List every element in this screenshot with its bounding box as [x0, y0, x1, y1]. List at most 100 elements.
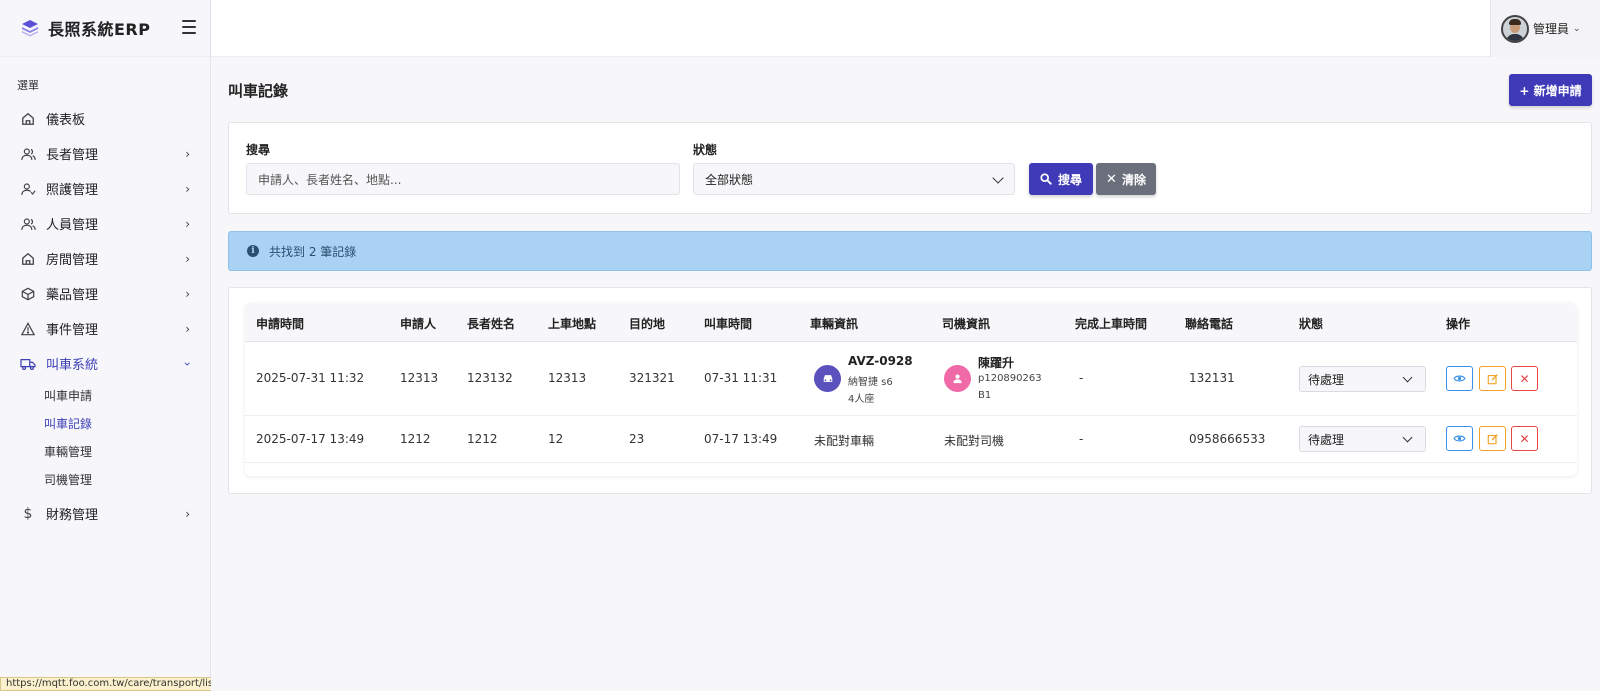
- column-header: 目的地: [629, 317, 666, 331]
- phone: 0958666533: [1189, 432, 1266, 446]
- row-status-value: 待處理: [1308, 432, 1345, 447]
- chevron-right-icon: ›: [185, 506, 190, 521]
- result-alert: i 共找到 2 筆記錄: [228, 231, 1592, 271]
- pickup-location: 12: [548, 432, 564, 446]
- new-request-button[interactable]: + 新增申請: [1509, 74, 1592, 106]
- sidebar-item-care[interactable]: 照護管理 ›: [0, 171, 210, 206]
- chevron-right-icon: ›: [185, 251, 190, 266]
- sidebar-item-events[interactable]: 事件管理 ›: [0, 311, 210, 346]
- edit-icon: [1487, 433, 1498, 444]
- search-input[interactable]: 申請人、長者姓名、地點...: [246, 163, 680, 195]
- sidebar-item-label: 事件管理: [46, 323, 99, 338]
- topbar: 管理員 ⌄: [211, 0, 1600, 57]
- sidebar-item-label: 人員管理: [46, 218, 99, 233]
- sidebar-subitem-records[interactable]: 叫車記錄: [44, 409, 210, 437]
- chevron-right-icon: ›: [185, 321, 190, 336]
- chevron-down-icon: ⌄: [1573, 23, 1581, 34]
- row-status-select[interactable]: 待處理: [1299, 426, 1426, 452]
- edit-button[interactable]: [1479, 426, 1506, 451]
- row-status-select[interactable]: 待處理: [1299, 366, 1426, 392]
- driver-name: 陳躍升: [978, 356, 1015, 370]
- applicant: 12313: [400, 371, 439, 385]
- sidebar-item-label: 叫車系統: [46, 358, 99, 373]
- status-select[interactable]: 全部狀態: [693, 163, 1015, 195]
- pickup-location: 12313: [548, 371, 587, 385]
- delete-button[interactable]: ✕: [1511, 426, 1538, 451]
- sidebar-item-label: 房間管理: [46, 253, 99, 268]
- sidebar-item-label: 照護管理: [46, 183, 99, 198]
- sidebar-item-elders[interactable]: 長者管理 ›: [0, 136, 210, 171]
- sidebar-item-finance[interactable]: $ 財務管理 ›: [0, 496, 210, 531]
- column-header: 操作: [1446, 317, 1471, 331]
- call-time: 07-31 11:31: [704, 371, 778, 385]
- clear-button-label: 清除: [1121, 172, 1146, 187]
- delete-button[interactable]: ✕: [1511, 366, 1538, 391]
- done-time: -: [1079, 432, 1084, 446]
- table-row: 2025-07-17 13:49 1212 1212 12 23 07-17 1…: [245, 416, 1577, 463]
- box-icon: [20, 286, 36, 302]
- column-header: 車輛資訊: [810, 317, 859, 331]
- brand-name: 長照系統ERP: [48, 20, 151, 39]
- sidebar-item-label: 儀表板: [46, 113, 86, 128]
- users-icon: [20, 146, 36, 162]
- search-button[interactable]: 搜尋: [1029, 163, 1093, 195]
- sidebar-item-rooms[interactable]: 房間管理 ›: [0, 241, 210, 276]
- vehicle-unassigned: 未配對車輛: [814, 434, 875, 448]
- sidebar-item-transport[interactable]: 叫車系統 ›: [0, 346, 210, 381]
- brand: 長照系統ERP: [0, 0, 210, 57]
- chevron-right-icon: ›: [185, 146, 190, 161]
- user-icon: [944, 365, 971, 392]
- edit-button[interactable]: [1479, 366, 1506, 391]
- status-bar-url: https://mqtt.foo.com.tw/care/transport/l…: [0, 677, 246, 691]
- records-table: 申請時間 申請人 長者姓名 上車地點 目的地 叫車時間 車輛資訊 司機資訊 完成…: [245, 303, 1577, 476]
- home-icon: [20, 111, 36, 127]
- users-icon: [20, 216, 36, 232]
- sidebar-item-dashboard[interactable]: 儀表板: [0, 101, 210, 136]
- sidebar-item-label: 藥品管理: [46, 288, 99, 303]
- info-icon: i: [247, 245, 259, 257]
- eye-icon: [1453, 375, 1466, 382]
- car-icon: [814, 365, 841, 392]
- driver-id: p120890263: [978, 373, 1042, 384]
- done-time: -: [1079, 371, 1084, 385]
- driver-unassigned: 未配對司機: [944, 434, 1005, 448]
- warning-icon: [20, 321, 36, 337]
- driver-license: B1: [978, 390, 992, 401]
- view-button[interactable]: [1446, 426, 1473, 451]
- search-button-label: 搜尋: [1057, 172, 1082, 187]
- vehicle-model: 納智捷 s6: [848, 377, 893, 388]
- sidebar-item-label: 財務管理: [46, 508, 99, 523]
- apply-time: 2025-07-31 11:32: [256, 371, 365, 385]
- column-header: 司機資訊: [942, 317, 991, 331]
- apply-time: 2025-07-17 13:49: [256, 432, 365, 446]
- chevron-down-icon: ›: [180, 361, 195, 366]
- row-status-value: 待處理: [1308, 372, 1345, 387]
- chevron-down-icon: [992, 172, 1004, 184]
- chevron-right-icon: ›: [185, 216, 190, 231]
- column-header: 申請人: [400, 317, 437, 331]
- chevron-right-icon: ›: [185, 286, 190, 301]
- transport-submenu: 叫車申請 叫車記錄 車輛管理 司機管理: [0, 381, 210, 493]
- sidebar-item-staff[interactable]: 人員管理 ›: [0, 206, 210, 241]
- hamburger-menu-icon[interactable]: [182, 20, 196, 34]
- chevron-right-icon: ›: [185, 181, 190, 196]
- status-label: 狀態: [693, 143, 718, 157]
- clear-button[interactable]: ✕ 清除: [1096, 163, 1156, 195]
- sidebar-subitem-request[interactable]: 叫車申請: [44, 381, 210, 409]
- destination: 23: [629, 432, 645, 446]
- elder-name: 123132: [467, 371, 513, 385]
- sidebar-item-label: 長者管理: [46, 148, 99, 163]
- user-name: 管理員: [1533, 22, 1570, 36]
- elder-name: 1212: [467, 432, 498, 446]
- column-header: 完成上車時間: [1075, 317, 1148, 331]
- view-button[interactable]: [1446, 366, 1473, 391]
- table-header: 申請時間 申請人 長者姓名 上車地點 目的地 叫車時間 車輛資訊 司機資訊 完成…: [245, 303, 1577, 342]
- sidebar-subitem-vehicles[interactable]: 車輛管理: [44, 437, 210, 465]
- eye-icon: [1453, 435, 1466, 442]
- avatar: [1501, 14, 1529, 43]
- records-card: 申請時間 申請人 長者姓名 上車地點 目的地 叫車時間 車輛資訊 司機資訊 完成…: [228, 287, 1592, 494]
- sidebar-item-medicine[interactable]: 藥品管理 ›: [0, 276, 210, 311]
- user-menu[interactable]: 管理員 ⌄: [1490, 0, 1600, 57]
- table-row: 2025-07-31 11:32 12313 123132 12313 3213…: [245, 342, 1577, 416]
- sidebar-subitem-drivers[interactable]: 司機管理: [44, 465, 210, 493]
